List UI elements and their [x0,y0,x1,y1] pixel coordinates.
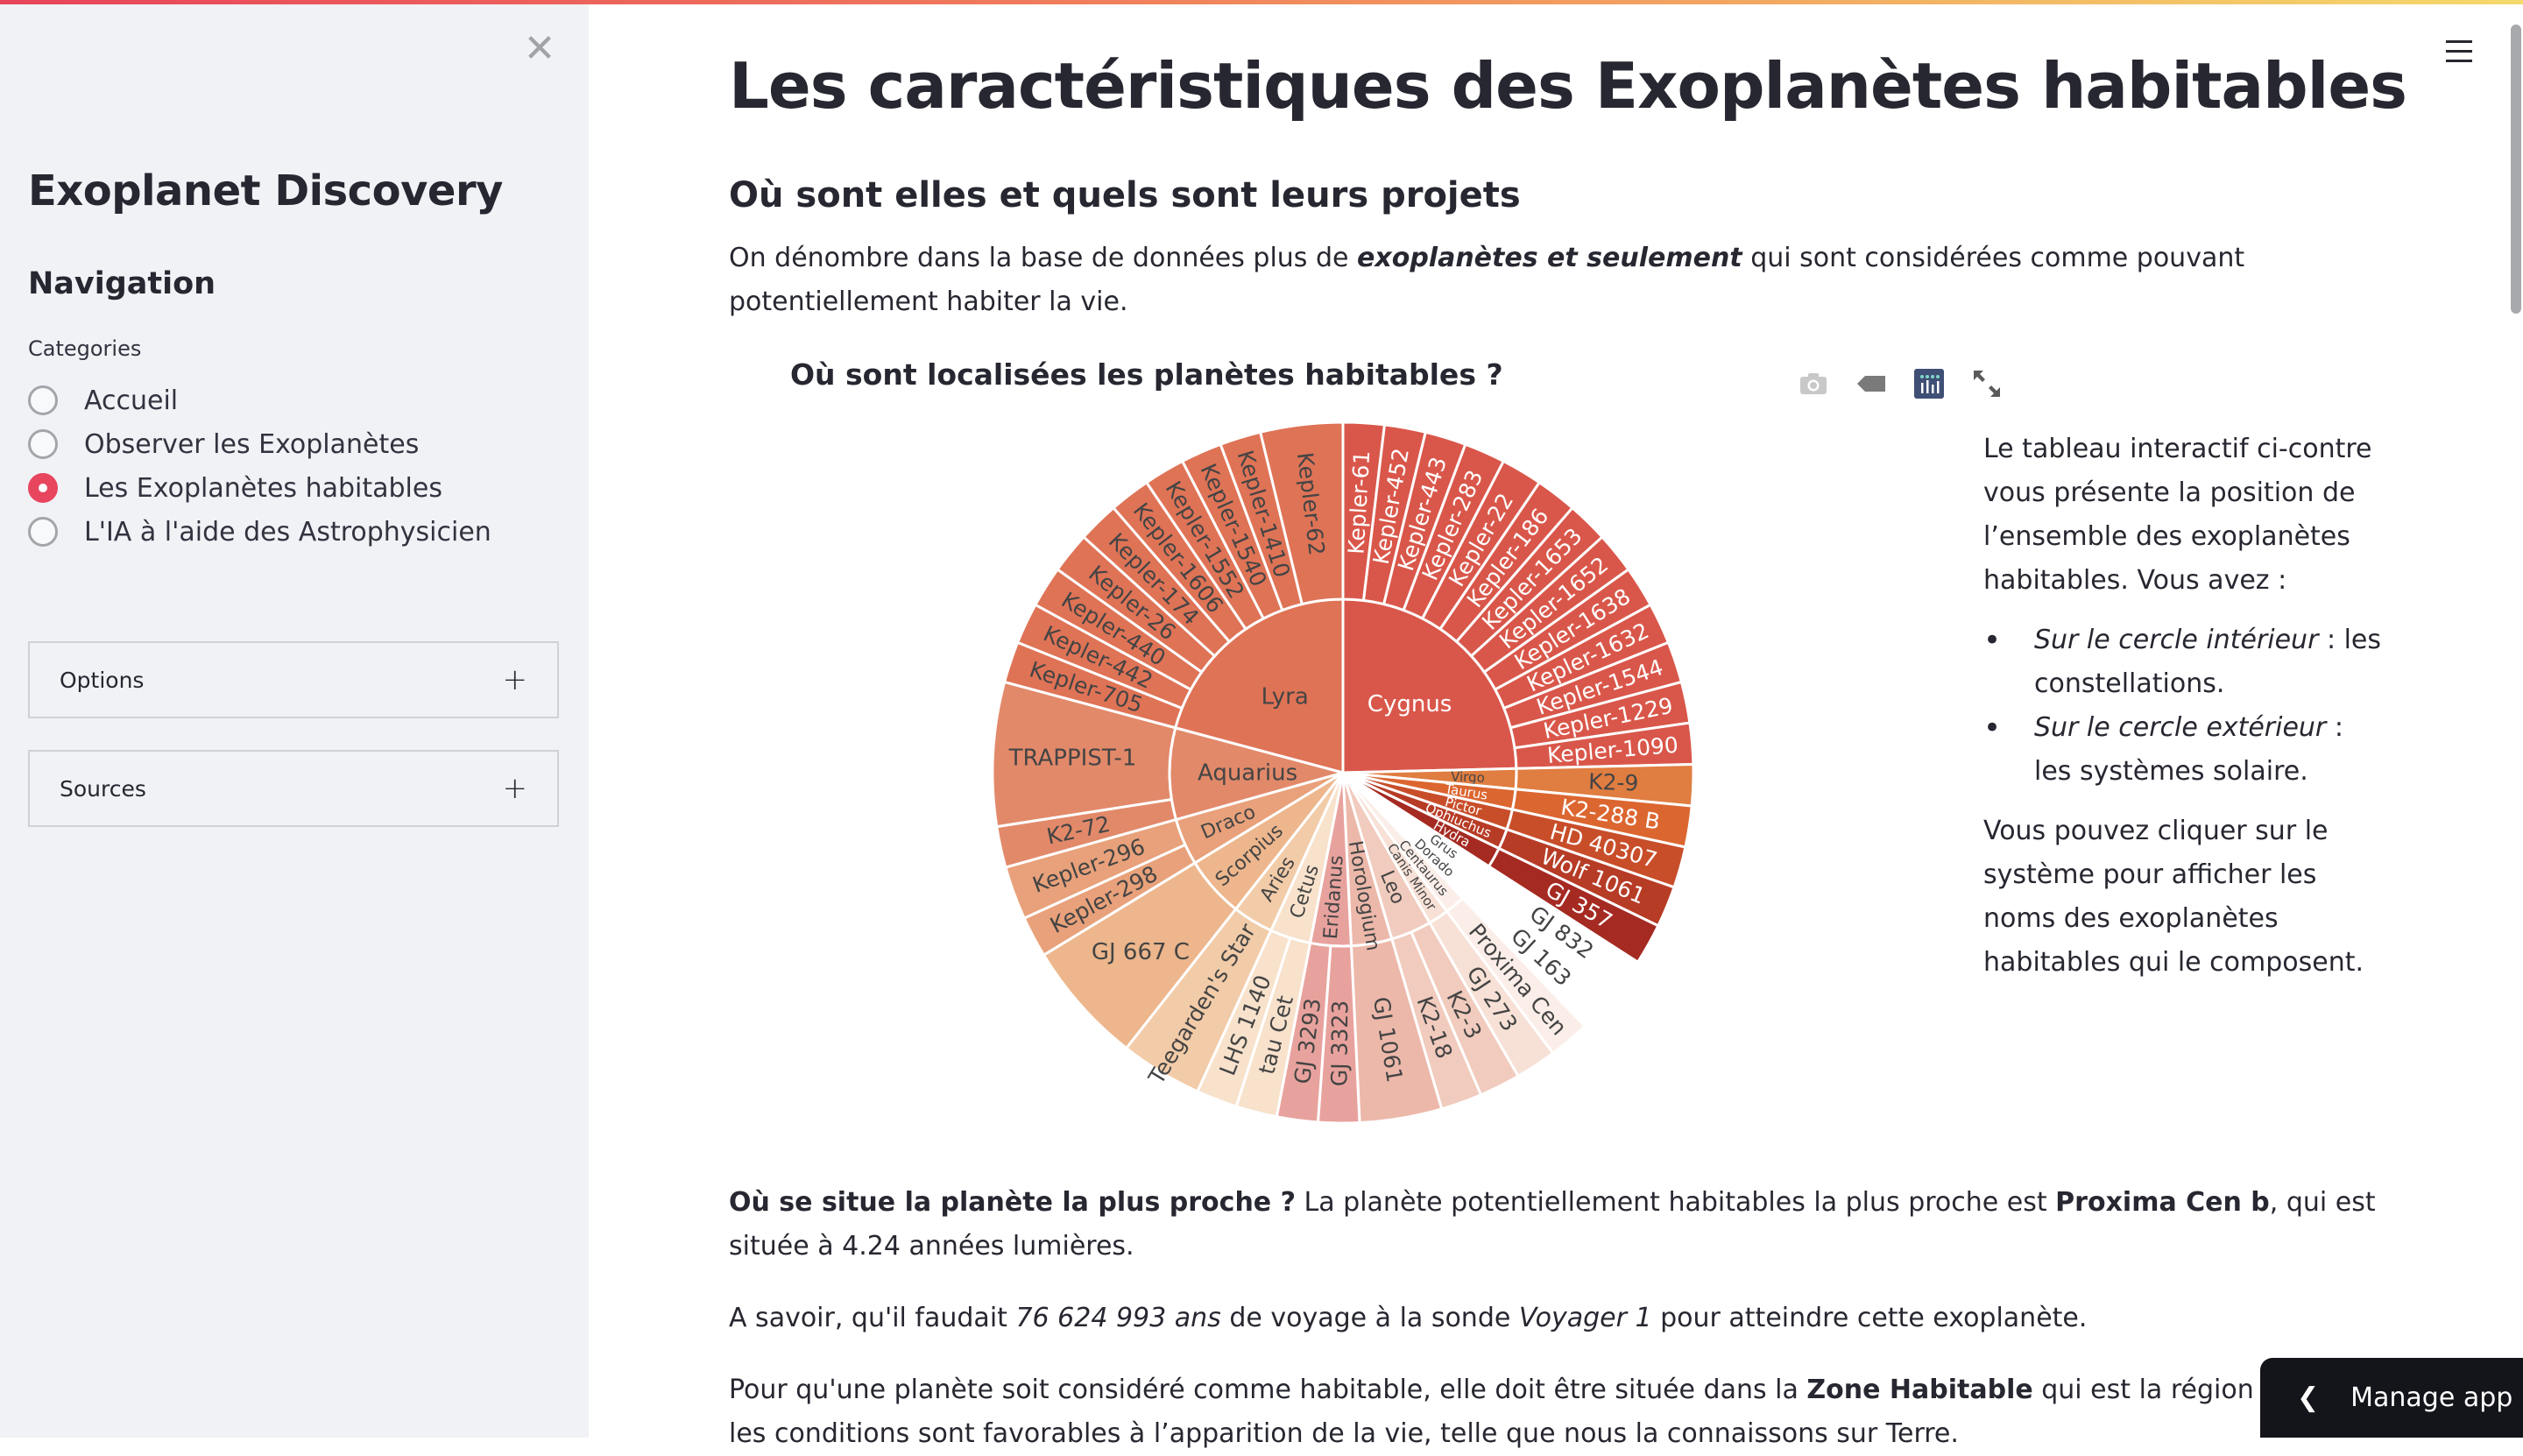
hz-text-line2: les conditions sont favorables à l’appar… [729,1418,1959,1449]
radio-selected-icon[interactable] [28,473,58,503]
system-label: K2-9 [1588,769,1639,796]
camera-icon[interactable] [1798,368,1829,399]
list-item-emphasis: Sur le cercle intérieur [2034,625,2319,655]
voyager-paragraph: A savoir, qu'il faudait 76 624 993 ans d… [729,1297,2376,1340]
hz-text: Pour qu'une planète soit considéré comme… [729,1375,1807,1405]
hz-zone: Zone Habitable [1806,1375,2033,1405]
constellation-label: Cygnus [1368,691,1452,717]
list-item-emphasis: Sur le cercle extérieur [2034,712,2327,743]
categories-radio-group: Accueil Observer les Exoplanètes Les Exopl… [28,378,491,554]
scrollbar[interactable] [2511,25,2521,314]
system-label: GJ 3323 [1326,1000,1353,1087]
chart-modebar [1798,368,2003,399]
categories-label: Categories [28,336,142,361]
intro-text: On dénombre dans la base de données plus… [729,243,1358,273]
nearest-text: La planète potentiellement habitables la… [1296,1187,2056,1218]
radio-label: L'IA à l'aide des Astrophysicien [84,516,491,548]
manage-app-button[interactable]: ❮ Manage app [2260,1358,2523,1438]
list-item: Sur le cercle intérieur : les constellat… [1983,618,2386,706]
explanation-click-hint: Vous pouvez cliquer sur le système pour … [1983,816,2364,978]
constellation-label: Aquarius [1198,760,1297,787]
radio-option[interactable]: Les Exoplanètes habitables [28,466,491,510]
constellation-label: Lyra [1262,684,1309,710]
nearest-planet-name: Proxima Cen b [2055,1187,2270,1218]
voyager-text: A savoir, qu'il faudait [729,1303,1016,1333]
radio-label: Accueil [84,385,179,416]
radio-unselected-icon[interactable] [28,385,58,415]
app-title: Exoplanet Discovery [28,166,503,216]
main-content: Les caractéristiques des Exoplanètes hab… [589,0,2523,1449]
explanation-list: Sur le cercle intérieur : les constellat… [1983,618,2386,794]
top-decoration-bar [0,0,2523,4]
list-item: Sur le cercle extérieur : les systèmes s… [1983,706,2386,794]
radio-label: Observer les Exoplanètes [84,428,420,460]
chevron-left-icon: ❮ [2297,1382,2320,1413]
voyager-years: 76 624 993 ans [1015,1303,1221,1333]
system-label: GJ 667 C [1092,939,1190,965]
radio-option[interactable]: Accueil [28,378,491,422]
close-icon[interactable]: ✕ [522,30,557,68]
plotly-logo-icon[interactable] [1913,368,1945,399]
plus-icon: + [502,662,528,697]
radio-unselected-icon[interactable] [28,517,58,547]
sources-expander[interactable]: Sources + [28,750,559,827]
radio-option[interactable]: Observer les Exoplanètes [28,422,491,466]
sunburst-chart[interactable]: Kepler-61Kepler-452Kepler-443Kepler-283K… [957,385,1745,1174]
nearest-question: Où se situe la planète la plus proche ? [729,1187,1296,1218]
options-expander[interactable]: Options + [28,641,559,718]
radio-label: Les Exoplanètes habitables [84,472,442,504]
voyager-text-2: de voyage à la sonde [1220,1303,1519,1333]
voyager-probe: Voyager 1 [1518,1303,1652,1333]
section-subtitle: Où sont elles et quels sont leurs projet… [729,175,1521,216]
manage-app-label: Manage app [2350,1382,2513,1413]
page-title: Les caractéristiques des Exoplanètes hab… [729,49,2407,123]
habitable-zone-paragraph: Pour qu'une planète soit considéré comme… [729,1368,2411,1456]
radio-unselected-icon[interactable] [28,429,58,459]
nearest-planet-paragraph: Où se situe la planète la plus proche ? … [729,1181,2376,1269]
chart-explanation: Le tableau interactif ci-contre vous pré… [1983,428,2386,985]
radio-option[interactable]: L'IA à l'aide des Astrophysicien [28,510,491,554]
sidebar: ✕ Exoplanet Discovery Navigation Categor… [0,0,589,1438]
system-label: TRAPPIST-1 [1008,745,1137,771]
navigation-heading: Navigation [28,266,216,301]
fullscreen-icon[interactable] [1971,368,2003,399]
explanation-intro: Le tableau interactif ci-contre vous pré… [1983,434,2372,596]
plus-icon: + [502,771,528,806]
tag-icon[interactable] [1855,368,1887,399]
intro-emphasis: exoplanètes et seulement [1357,243,1742,273]
intro-paragraph: On dénombre dans la base de données plus… [729,237,2376,324]
hamburger-icon[interactable] [2446,40,2472,63]
expander-label: Options [60,667,145,693]
voyager-text-3: pour atteindre cette exoplanète. [1651,1303,2088,1333]
expander-label: Sources [60,775,146,802]
